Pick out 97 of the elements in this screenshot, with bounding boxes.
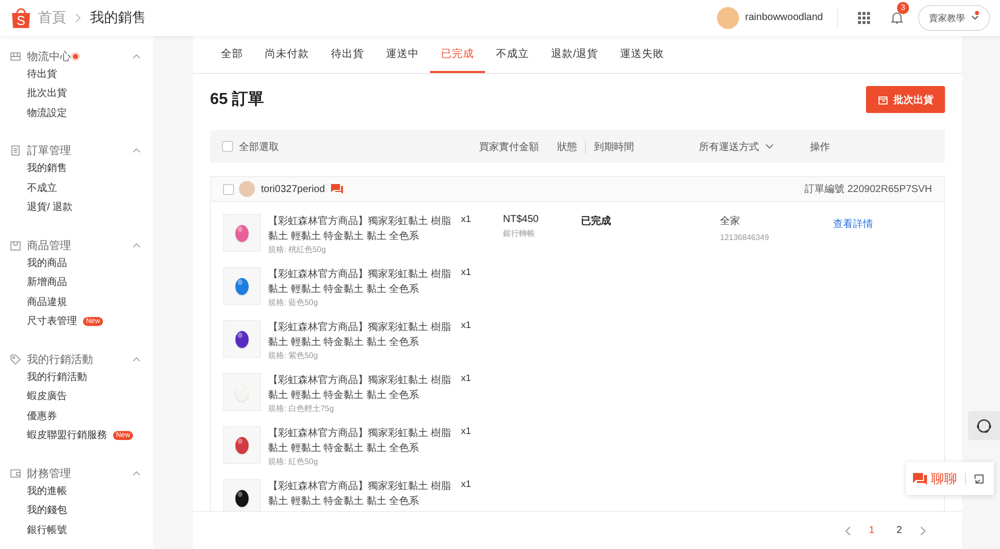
product-variant: 規格: 白色輕土75g bbox=[268, 403, 335, 414]
products-icon bbox=[10, 240, 21, 250]
column-header: 買家實付金額 bbox=[479, 140, 540, 154]
minimize-icon[interactable] bbox=[974, 474, 984, 484]
chevron-icon[interactable] bbox=[132, 356, 141, 362]
view-details-link[interactable]: 查看詳情 bbox=[833, 219, 873, 230]
sidebar-item[interactable]: 新增商品 bbox=[27, 275, 67, 290]
quantity: x1 bbox=[461, 214, 472, 227]
page-button[interactable]: 1 bbox=[864, 523, 878, 538]
next-page-icon[interactable] bbox=[920, 526, 926, 536]
quantity: x1 bbox=[461, 267, 472, 280]
sidebar-item[interactable]: 我的商品 bbox=[27, 256, 67, 270]
product-variant: 規格: 紫色50g bbox=[268, 350, 319, 361]
chevron-down-icon bbox=[765, 144, 774, 149]
sidebar-item[interactable]: 銀行帳號 bbox=[27, 522, 67, 537]
order-number: 訂單編號 220902R65P7SVH bbox=[804, 182, 932, 196]
box-icon bbox=[878, 94, 888, 104]
column-header: 狀態 bbox=[557, 140, 586, 154]
help-dropdown[interactable]: 賣家教學 bbox=[918, 5, 990, 31]
sidebar-item[interactable]: 物流設定 bbox=[27, 106, 67, 120]
quantity: x1 bbox=[461, 373, 472, 386]
sidebar-item[interactable]: 不成立 bbox=[27, 180, 57, 195]
column-header: 操作 bbox=[810, 140, 830, 154]
product-variant: 規格: 藍色50g bbox=[268, 297, 319, 308]
product-title: 【彩虹森林官方商品】獨家彩虹黏土 樹脂黏土 輕黏土 特金黏土 黏土 全色系 bbox=[268, 214, 452, 244]
order-status: 已完成 bbox=[581, 216, 611, 227]
buyer-name[interactable]: tori0327period bbox=[261, 184, 325, 194]
checkbox[interactable] bbox=[222, 141, 233, 152]
chevron-icon[interactable] bbox=[132, 242, 141, 248]
section-title[interactable]: 財務管理 bbox=[27, 466, 71, 480]
sidebar-item[interactable]: 待出貨 bbox=[27, 66, 57, 81]
sidebar-item[interactable]: 我的行銷活動 bbox=[27, 370, 87, 384]
finance-icon bbox=[10, 468, 21, 478]
section-title[interactable]: 我的行銷活動 bbox=[27, 352, 93, 366]
checkbox[interactable] bbox=[223, 184, 234, 194]
tab[interactable]: 不成立 bbox=[485, 36, 540, 73]
order-count-title: 65 訂單 bbox=[210, 90, 264, 110]
tab[interactable]: 全部 bbox=[210, 36, 254, 73]
tracking-number: 12136846349 bbox=[720, 233, 770, 242]
sidebar-item[interactable]: 退貨/ 退款 bbox=[27, 200, 73, 214]
avatar-icon[interactable] bbox=[717, 7, 740, 29]
prev-page-icon[interactable] bbox=[844, 526, 851, 536]
product-title: 【彩虹森林官方商品】獨家彩虹黏土 樹脂黏土 輕黏土 特金黏土 黏土 全色系 bbox=[268, 268, 452, 297]
chevron-down-icon bbox=[971, 15, 979, 21]
chat-button[interactable]: 聊聊 bbox=[913, 470, 957, 488]
chevron-right-icon bbox=[74, 13, 82, 23]
quantity: x1 bbox=[461, 320, 472, 333]
sidebar-item[interactable]: 我的錢包 bbox=[27, 503, 67, 518]
sidebar-item[interactable]: 我的進帳 bbox=[27, 484, 67, 498]
avatar-icon bbox=[239, 181, 255, 197]
chevron-icon[interactable] bbox=[132, 148, 141, 153]
sidebar-item[interactable]: 商品違規 bbox=[27, 294, 67, 309]
product-title: 【彩虹森林官方商品】獨家彩虹黏土 樹脂黏土 輕黏土 特金黏土 黏土 全色系 bbox=[268, 426, 452, 456]
sidebar-item[interactable]: 蝦皮廣告 bbox=[27, 389, 67, 404]
logistics-icon bbox=[10, 50, 21, 62]
product-title: 【彩虹森林官方商品】獨家彩虹黏土 樹脂黏土 輕黏土 特金黏土 黏土 全色系 bbox=[268, 320, 452, 350]
tab[interactable]: 已完成 bbox=[430, 36, 485, 73]
sidebar-item[interactable]: 我的銷售 bbox=[27, 161, 67, 176]
tab[interactable]: 退款/退貨 bbox=[540, 36, 609, 73]
price: NT$450 bbox=[503, 214, 540, 225]
orders-icon bbox=[10, 145, 21, 156]
shipping-carrier: 全家 bbox=[720, 214, 741, 228]
product-variant: 規格: 桃紅色50g bbox=[268, 244, 327, 255]
chat-icon bbox=[913, 472, 927, 485]
chevron-icon[interactable] bbox=[132, 54, 141, 58]
tab[interactable]: 尚未付款 bbox=[254, 36, 320, 73]
quantity: x1 bbox=[461, 479, 472, 492]
sidebar-item[interactable]: 優惠券 bbox=[27, 408, 57, 423]
section-title[interactable]: 商品管理 bbox=[27, 238, 71, 252]
section-title[interactable]: 訂單管理 bbox=[27, 143, 71, 158]
product-title: 【彩虹森林官方商品】獨家彩虹黏土 樹脂黏土 輕黏土 特金黏土 黏土 全色系 bbox=[268, 480, 452, 509]
column-header: 到期時間 bbox=[594, 140, 635, 154]
marketing-icon bbox=[10, 354, 21, 364]
headset-icon bbox=[975, 416, 993, 434]
chat-icon[interactable] bbox=[330, 184, 343, 194]
sidebar-item[interactable]: 尺寸表管理 bbox=[27, 314, 77, 328]
quantity: x1 bbox=[461, 426, 472, 439]
sidebar-item[interactable]: 蝦皮聯盟行銷服務 bbox=[27, 428, 107, 442]
support-button[interactable] bbox=[968, 411, 1000, 440]
apps-grid-icon[interactable] bbox=[858, 12, 870, 24]
notification-badge: 3 bbox=[897, 2, 909, 14]
page-button[interactable]: 2 bbox=[892, 523, 906, 538]
shipping-filter-dropdown[interactable]: 所有運送方式 bbox=[699, 140, 810, 154]
chevron-icon[interactable] bbox=[132, 470, 141, 476]
username[interactable]: rainbowwoodland bbox=[745, 7, 838, 29]
batch-ship-button[interactable]: 批次出貨 bbox=[866, 86, 945, 113]
tab[interactable]: 待出貨 bbox=[320, 36, 375, 73]
bell-icon[interactable] bbox=[890, 11, 904, 25]
section-title[interactable]: 物流中心 bbox=[27, 48, 71, 64]
select-all-label[interactable]: 全部選取 bbox=[239, 140, 479, 154]
product-title: 【彩虹森林官方商品】獨家彩虹黏土 樹脂黏土 輕黏土 特金黏土 黏土 全色系 bbox=[268, 374, 452, 403]
payment-method: 銀行轉帳 bbox=[503, 228, 536, 239]
breadcrumb-current: 我的銷售 bbox=[90, 9, 146, 27]
sidebar-item[interactable]: 批次出貨 bbox=[27, 86, 67, 100]
tab[interactable]: 運送中 bbox=[375, 36, 430, 73]
tab[interactable]: 運送失敗 bbox=[608, 36, 675, 73]
product-variant: 規格: 紅色50g bbox=[268, 456, 319, 467]
